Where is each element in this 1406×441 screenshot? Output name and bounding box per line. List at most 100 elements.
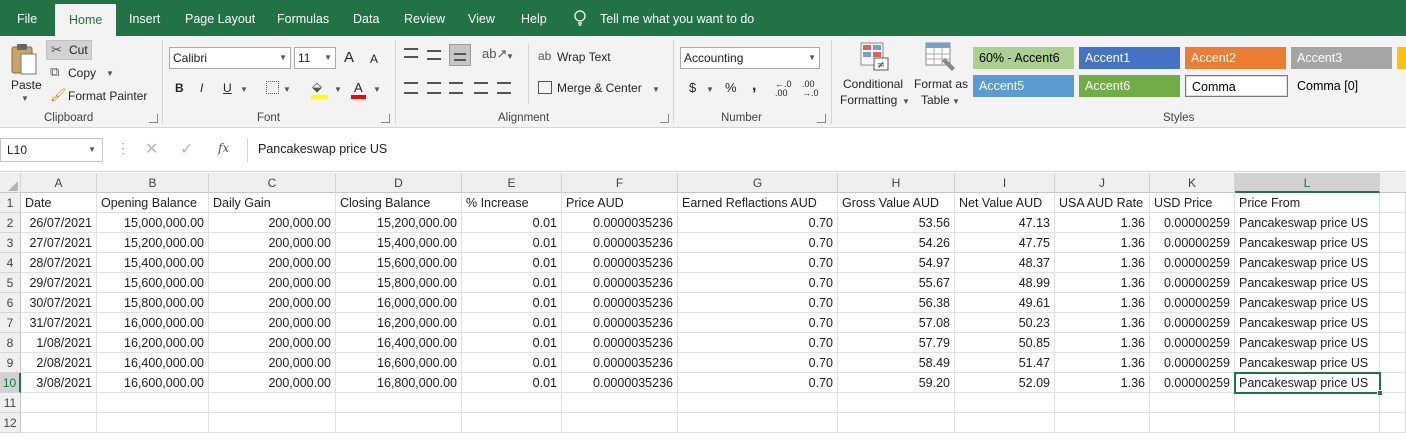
paste-button[interactable]: Paste xyxy=(11,78,42,92)
table-cell[interactable]: 0.70 xyxy=(678,273,838,293)
table-cell[interactable]: 0.01 xyxy=(462,353,562,373)
font-name-select[interactable]: Calibri ▼ xyxy=(169,47,291,69)
align-left-icon[interactable] xyxy=(404,82,418,94)
table-cell[interactable]: 30/07/2021 xyxy=(21,293,97,313)
column-header-f[interactable]: F xyxy=(562,173,678,193)
underline-dropdown-icon[interactable]: ▼ xyxy=(240,85,248,94)
table-cell[interactable]: 15,400,000.00 xyxy=(336,233,462,253)
table-cell[interactable] xyxy=(209,413,336,433)
table-cell[interactable]: 15,800,000.00 xyxy=(336,273,462,293)
table-cell[interactable] xyxy=(1055,413,1150,433)
underline-button[interactable]: U xyxy=(223,81,232,95)
table-cell[interactable] xyxy=(838,393,955,413)
table-cell[interactable]: 0.70 xyxy=(678,313,838,333)
table-cell[interactable]: 16,800,000.00 xyxy=(336,373,462,393)
table-cell[interactable]: 0.01 xyxy=(462,273,562,293)
table-cell[interactable]: 47.75 xyxy=(955,233,1055,253)
merge-center-button[interactable]: Merge & Center xyxy=(557,81,642,95)
table-cell[interactable]: Pancakeswap price US xyxy=(1235,293,1380,313)
table-cell[interactable]: 26/07/2021 xyxy=(21,213,97,233)
table-cell[interactable]: 200,000.00 xyxy=(209,293,336,313)
table-cell[interactable]: 200,000.00 xyxy=(209,333,336,353)
tell-me-search[interactable]: Tell me what you want to do xyxy=(600,0,754,36)
header-cell[interactable]: Net Value AUD xyxy=(955,193,1055,213)
column-header-a[interactable]: A xyxy=(21,173,97,193)
table-cell[interactable]: 0.00000259 xyxy=(1150,273,1235,293)
table-cell[interactable]: 0.0000035236 xyxy=(562,293,678,313)
column-header-k[interactable]: K xyxy=(1150,173,1235,193)
header-cell[interactable]: Date xyxy=(21,193,97,213)
style-accent5[interactable]: Accent5 xyxy=(973,75,1074,97)
table-cell[interactable]: 200,000.00 xyxy=(209,213,336,233)
increase-indent-icon[interactable] xyxy=(497,82,511,94)
row-header-8[interactable]: 8 xyxy=(0,333,21,353)
header-cell[interactable]: USA AUD Rate xyxy=(1055,193,1150,213)
table-cell[interactable]: 0.00000259 xyxy=(1150,373,1235,393)
column-header-g[interactable]: G xyxy=(678,173,838,193)
tab-home[interactable]: Home xyxy=(55,4,117,36)
row-header-1[interactable]: 1 xyxy=(0,193,21,213)
table-cell[interactable]: 0.0000035236 xyxy=(562,313,678,333)
align-top-icon[interactable] xyxy=(404,48,418,58)
table-cell[interactable]: 49.61 xyxy=(955,293,1055,313)
table-cell[interactable] xyxy=(336,393,462,413)
enter-icon[interactable]: ✓ xyxy=(180,139,193,159)
table-cell[interactable]: 55.67 xyxy=(838,273,955,293)
table-cell[interactable]: 0.0000035236 xyxy=(562,373,678,393)
table-cell[interactable]: 200,000.00 xyxy=(209,353,336,373)
grow-font-button[interactable]: A xyxy=(344,49,354,66)
table-cell[interactable]: 1.36 xyxy=(1055,373,1150,393)
table-cell[interactable]: 52.09 xyxy=(955,373,1055,393)
style-accent2[interactable]: Accent2 xyxy=(1185,47,1286,69)
table-cell[interactable]: 47.13 xyxy=(955,213,1055,233)
table-cell[interactable]: 54.97 xyxy=(838,253,955,273)
table-cell[interactable] xyxy=(97,413,209,433)
copy-button[interactable]: Copy xyxy=(68,66,96,80)
table-cell[interactable]: 0.70 xyxy=(678,293,838,313)
tab-insert[interactable]: Insert xyxy=(129,0,160,36)
header-cell[interactable]: Price AUD xyxy=(562,193,678,213)
format-painter-button[interactable]: Format Painter xyxy=(68,89,147,103)
table-cell[interactable]: 27/07/2021 xyxy=(21,233,97,253)
fill-handle[interactable] xyxy=(1377,390,1383,396)
style-60-accent6[interactable]: 60% - Accent6 xyxy=(973,47,1074,69)
borders-dropdown-icon[interactable]: ▼ xyxy=(283,85,291,94)
column-header-c[interactable]: C xyxy=(209,173,336,193)
row-header-6[interactable]: 6 xyxy=(0,293,21,313)
table-cell[interactable]: 1.36 xyxy=(1055,333,1150,353)
table-cell[interactable]: 1.36 xyxy=(1055,293,1150,313)
table-cell[interactable]: 59.20 xyxy=(838,373,955,393)
table-cell[interactable]: 58.49 xyxy=(838,353,955,373)
table-cell[interactable]: 51.47 xyxy=(955,353,1055,373)
table-cell[interactable] xyxy=(562,413,678,433)
table-cell[interactable]: 0.70 xyxy=(678,253,838,273)
table-cell[interactable]: 1.36 xyxy=(1055,353,1150,373)
table-cell[interactable]: 16,000,000.00 xyxy=(97,313,209,333)
tab-data[interactable]: Data xyxy=(353,0,379,36)
table-cell[interactable]: 48.37 xyxy=(955,253,1055,273)
table-cell[interactable]: 15,800,000.00 xyxy=(97,293,209,313)
number-format-select[interactable]: Accounting ▼ xyxy=(680,47,820,69)
row-header-12[interactable]: 12 xyxy=(0,413,21,433)
font-size-select[interactable]: 11 ▼ xyxy=(294,47,336,69)
table-cell[interactable]: 15,600,000.00 xyxy=(97,273,209,293)
table-cell[interactable]: 0.0000035236 xyxy=(562,273,678,293)
fill-color-dropdown-icon[interactable]: ▼ xyxy=(334,85,342,94)
table-cell[interactable] xyxy=(1380,393,1406,413)
column-header-m[interactable] xyxy=(1380,173,1406,193)
table-cell[interactable]: 0.0000035236 xyxy=(562,333,678,353)
fill-color-icon[interactable]: ⬙ xyxy=(312,79,322,95)
table-cell[interactable]: 0.00000259 xyxy=(1150,253,1235,273)
column-header-h[interactable]: H xyxy=(838,173,955,193)
header-cell[interactable]: Gross Value AUD xyxy=(838,193,955,213)
table-cell[interactable] xyxy=(21,393,97,413)
table-cell[interactable] xyxy=(1380,373,1406,393)
table-cell[interactable]: 0.01 xyxy=(462,313,562,333)
currency-dropdown-icon[interactable]: ▼ xyxy=(706,85,714,94)
table-cell[interactable]: 28/07/2021 xyxy=(21,253,97,273)
column-header-e[interactable]: E xyxy=(462,173,562,193)
table-cell[interactable] xyxy=(955,413,1055,433)
table-cell[interactable]: 15,400,000.00 xyxy=(97,253,209,273)
cancel-icon[interactable]: ✕ xyxy=(145,139,158,159)
tab-file[interactable]: File xyxy=(17,0,37,36)
